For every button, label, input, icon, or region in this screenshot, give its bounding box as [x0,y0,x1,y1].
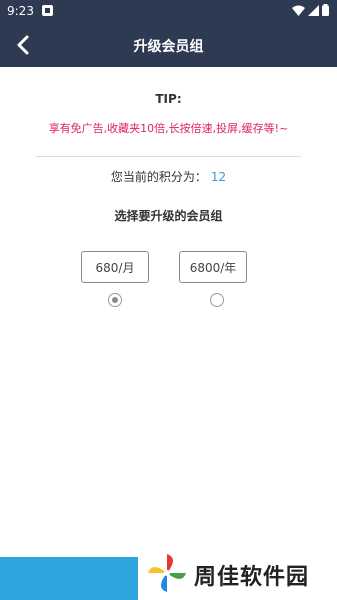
monthly-option-label: 680/月 [95,260,135,275]
watermark-text: 周佳软件园 [194,565,310,590]
app-bar: 升级会员组 [0,23,337,67]
yearly-option-label: 6800/年 [189,260,237,275]
status-icons [292,4,329,16]
page-title: 升级会员组 [133,39,204,55]
yearly-option[interactable]: 6800/年 [179,251,247,283]
notification-icon [42,5,53,16]
wifi-icon [292,5,305,16]
yearly-radio[interactable] [210,293,224,307]
bottom-action-button[interactable] [0,557,138,600]
watermark: 周佳软件园 [138,548,337,600]
points-label: 您当前的积分为： [110,170,207,184]
tip-title: TIP: [155,92,182,106]
monthly-radio[interactable] [108,293,122,307]
battery-icon [322,4,329,16]
points-row: 您当前的积分为： 12 [0,168,337,185]
choose-group-label: 选择要升级的会员组 [114,209,223,223]
status-bar: 9:23 [0,0,337,23]
pinwheel-logo-icon [148,554,186,592]
divider [36,156,301,157]
signal-icon [308,4,319,16]
status-time: 9:23 [7,4,34,18]
points-value: 12 [210,170,227,184]
tip-text: 享有免广告,收藏夹10倍,长按倍速,投屏,缓存等!~ [48,122,289,135]
monthly-option[interactable]: 680/月 [81,251,149,283]
